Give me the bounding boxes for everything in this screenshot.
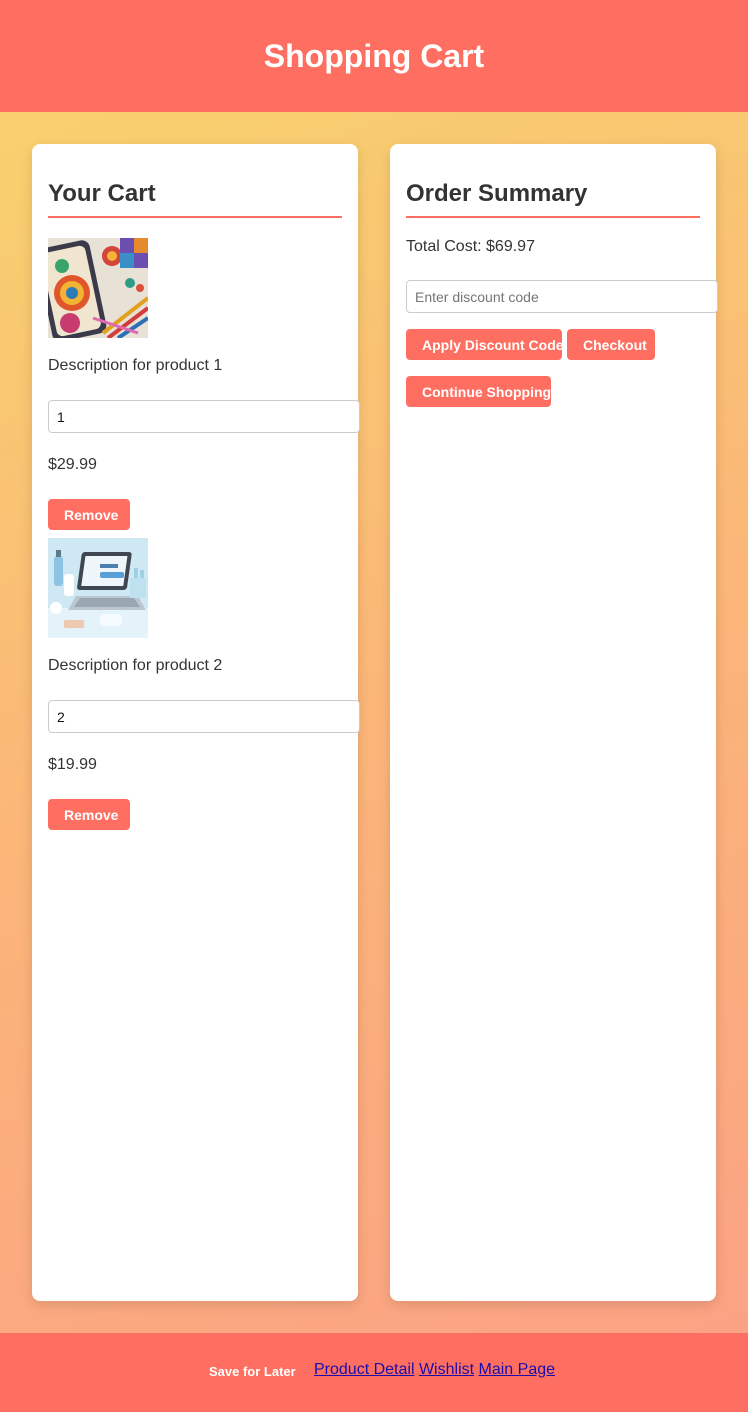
product-1-description: Description for product 1	[48, 357, 223, 374]
wishlist-link[interactable]: Wishlist	[419, 1361, 474, 1378]
page-title: Shopping Cart	[263, 37, 485, 74]
product-1-price: $29.99	[48, 456, 97, 473]
continue-shopping-button[interactable]: Continue Shopping	[406, 376, 551, 407]
cart-title: Your Cart	[48, 180, 342, 218]
footer-links: Product Detail Wishlist Main Page	[314, 1361, 555, 1379]
checkout-button[interactable]: Checkout	[567, 329, 655, 360]
save-for-later-button[interactable]: Save for Later	[209, 1364, 296, 1379]
product-2-price: $19.99	[48, 756, 97, 773]
page-footer: Save for Later Product Detail Wishlist M…	[0, 1333, 748, 1412]
product-2-quantity-input[interactable]	[48, 700, 360, 733]
remove-product-1-button[interactable]: Remove	[48, 499, 130, 530]
product-1-image	[48, 238, 148, 338]
order-summary-panel: Order Summary Total Cost: $69.97 Apply D…	[390, 144, 718, 1301]
cart-panel: Your Cart Description for product 1 $29.	[32, 144, 360, 1301]
product-detail-link[interactable]: Product Detail	[314, 1361, 415, 1378]
remove-product-2-button[interactable]: Remove	[48, 799, 130, 830]
total-cost: Total Cost: $69.97	[406, 238, 535, 255]
product-1-quantity-input[interactable]	[48, 400, 360, 433]
product-2-description: Description for product 2	[48, 657, 223, 674]
page-header: Shopping Cart	[0, 0, 748, 112]
main-page-link[interactable]: Main Page	[479, 1361, 556, 1378]
product-2-image	[48, 538, 148, 638]
discount-code-input[interactable]	[406, 280, 718, 313]
order-summary-title: Order Summary	[406, 180, 700, 218]
apply-discount-button[interactable]: Apply Discount Code	[406, 329, 564, 360]
